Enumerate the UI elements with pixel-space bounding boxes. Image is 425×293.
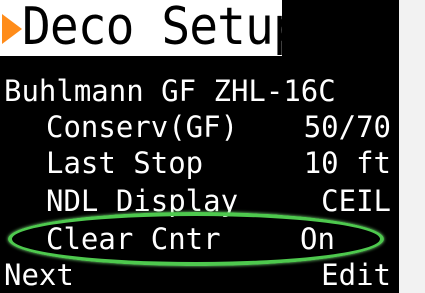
selection-arrow-icon [2, 14, 22, 44]
setting-value: 10 ft [303, 146, 391, 180]
page-title: Deco Setup [22, 0, 302, 57]
edit-softkey[interactable]: Edit [321, 258, 391, 292]
setting-value: CEIL [321, 184, 391, 218]
dive-computer-screen: Deco Setup Buhlmann GF ZHL-16C Conserv(G… [0, 0, 399, 293]
setting-label: Last Stop [46, 146, 204, 180]
title-bar: Deco Setup [0, 0, 302, 57]
next-softkey[interactable]: Next [4, 258, 74, 292]
setting-label: Conserv(GF) [46, 110, 239, 144]
setting-value: 50/70 [303, 110, 391, 144]
algorithm-label: Buhlmann GF ZHL-16C [4, 74, 336, 108]
